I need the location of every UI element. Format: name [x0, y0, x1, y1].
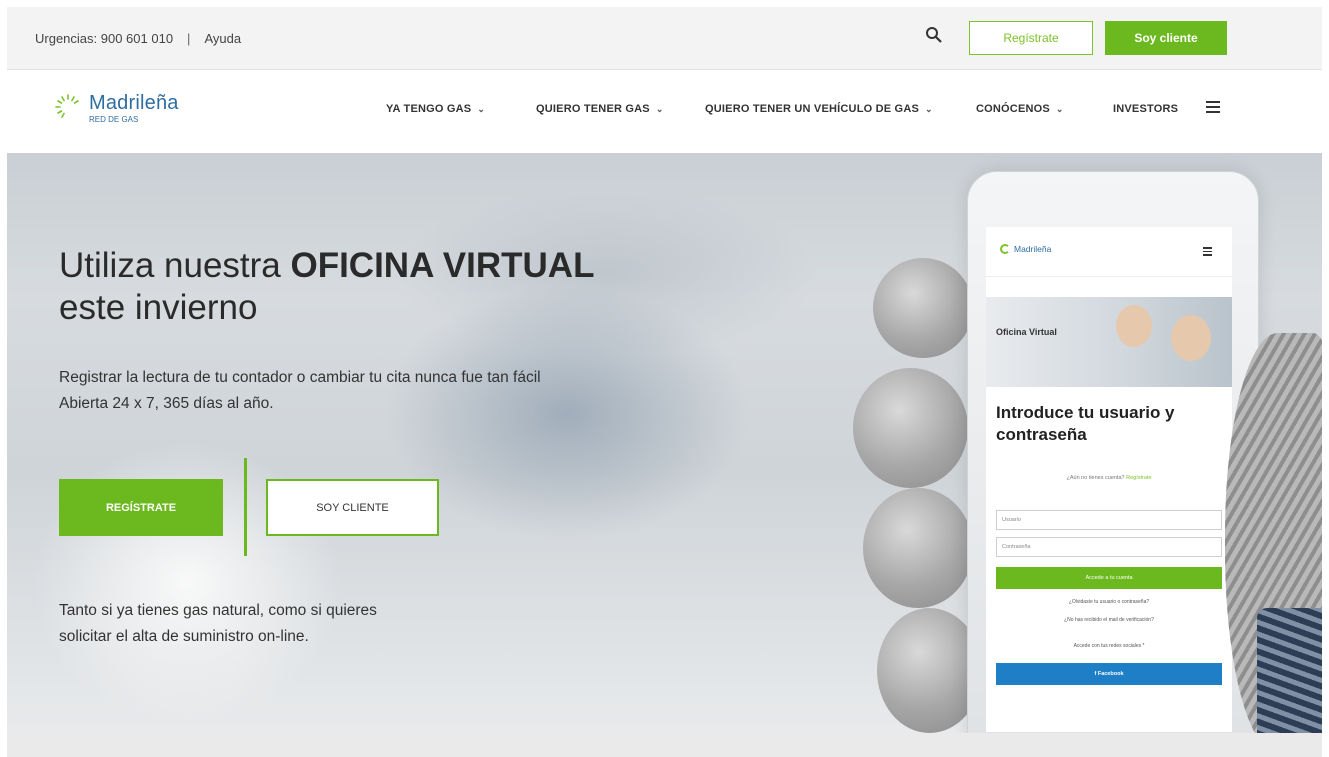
phone-mockup: Madrileña Oficina Virtual Introduce tu u…: [967, 171, 1259, 733]
client-button-top[interactable]: Soy cliente: [1105, 21, 1227, 55]
hero-client-button[interactable]: SOY CLIENTE: [266, 479, 439, 536]
hero-footer-line1: Tanto si ya tienes gas natural, como si …: [59, 602, 377, 619]
nav-item-label: YA TENGO GAS: [386, 103, 472, 115]
topbar-left: Urgencias: 900 601 010 | Ayuda: [35, 31, 241, 46]
phone-hint-link: Regístrate: [1126, 475, 1152, 481]
phone-logo-icon: [1000, 244, 1010, 254]
hero-banner: Utiliza nuestra OFICINA VIRTUAL este inv…: [7, 153, 1322, 733]
phone-facebook-button: f Facebook: [996, 663, 1222, 685]
top-utility-bar: Urgencias: 900 601 010 | Ayuda Regístrat…: [7, 7, 1322, 70]
hero-divider: [244, 458, 247, 556]
nav-item-investors[interactable]: INVESTORS: [1113, 103, 1178, 115]
nav-item-label: QUIERO TENER UN VEHÍCULO DE GAS: [705, 103, 919, 115]
site-logo[interactable]: Madrileña RED DE GAS: [53, 92, 179, 124]
mitten-cuff: [1257, 608, 1322, 733]
phone-menu-icon: [1203, 247, 1212, 258]
hero-title-bold: OFICINA VIRTUAL: [290, 246, 595, 285]
phone-verification-link: ¿No has recibido el mail de verificación…: [1064, 617, 1154, 623]
phone-logo-name: Madrileña: [1014, 244, 1052, 254]
person-photo: [1171, 315, 1211, 361]
nav-item-label: INVESTORS: [1113, 103, 1179, 115]
phone-register-hint: ¿Aún no tienes cuenta? Regístrate: [986, 475, 1232, 481]
nav-item-label: CONÓCENOS: [976, 103, 1050, 115]
main-nav: Madrileña RED DE GAS YA TENGO GAS ⌄ QUIE…: [7, 71, 1322, 153]
chevron-down-icon: ⌄: [1055, 103, 1064, 114]
hero-subtitle: Registrar la lectura de tu contador o ca…: [59, 365, 541, 417]
hamburger-icon[interactable]: [1206, 101, 1220, 113]
phone-banner: Oficina Virtual: [986, 297, 1232, 387]
mitten-ball: [853, 368, 968, 488]
topbar-separator: |: [187, 31, 191, 46]
register-button-top[interactable]: Regístrate: [969, 21, 1093, 55]
nav-item-label: QUIERO TENER GAS: [536, 103, 650, 115]
hero-title: Utiliza nuestra OFICINA VIRTUAL este inv…: [59, 245, 594, 329]
phone-banner-label: Oficina Virtual: [996, 327, 1057, 337]
nav-item-conocenos[interactable]: CONÓCENOS ⌄: [976, 103, 1064, 115]
logo-text: Madrileña RED DE GAS: [89, 92, 179, 124]
logo-name: Madrileña: [89, 92, 179, 114]
chevron-down-icon: ⌄: [477, 103, 486, 114]
hero-subtitle-line2: Abierta 24 x 7, 365 días al año.: [59, 395, 274, 412]
hero-footer-text: Tanto si ya tienes gas natural, como si …: [59, 598, 377, 650]
phone-title-line2: contraseña: [996, 425, 1087, 444]
phone-screen: Madrileña Oficina Virtual Introduce tu u…: [986, 227, 1232, 732]
phone-forgot-link: ¿Olvidaste tu usuario o contraseña?: [1068, 599, 1150, 605]
emergency-phone[interactable]: Urgencias: 900 601 010: [35, 31, 173, 46]
phone-title-line1: Introduce tu usuario y: [996, 403, 1175, 422]
phone-login-title: Introduce tu usuario y contraseña: [996, 402, 1175, 446]
hero-subtitle-line1: Registrar la lectura de tu contador o ca…: [59, 369, 541, 386]
hero-title-pre: Utiliza nuestra: [59, 246, 291, 285]
logo-subtitle: RED DE GAS: [89, 115, 139, 124]
help-link[interactable]: Ayuda: [204, 31, 241, 46]
phone-hint-text: ¿Aún no tienes cuenta?: [1066, 475, 1125, 481]
chevron-down-icon: ⌄: [925, 103, 933, 114]
bottom-strip: [7, 733, 1322, 757]
chevron-down-icon: ⌄: [655, 103, 664, 114]
nav-item-vehiculo-de-gas[interactable]: QUIERO TENER UN VEHÍCULO DE GAS ⌄: [705, 103, 933, 115]
mitten-ball: [863, 488, 973, 608]
phone-user-field: Usuario: [996, 510, 1222, 530]
nav-item-quiero-tener-gas[interactable]: QUIERO TENER GAS ⌄: [536, 103, 664, 115]
person-photo: [1116, 305, 1152, 347]
search-icon[interactable]: [925, 26, 943, 44]
phone-access-button: Accede a tu cuenta: [996, 567, 1222, 589]
hero-title-line2: este invierno: [59, 288, 258, 327]
hero-register-button[interactable]: REGÍSTRATE: [59, 479, 223, 536]
hero-footer-line2: solicitar el alta de suministro on-line.: [59, 628, 309, 645]
phone-logo: Madrileña: [1000, 244, 1051, 254]
nav-item-ya-tengo-gas[interactable]: YA TENGO GAS ⌄: [386, 103, 485, 115]
phone-header: Madrileña: [986, 227, 1232, 277]
phone-social-text: Accede con tus redes sociales *: [1073, 643, 1145, 649]
mitten-ball: [873, 258, 973, 358]
phone-password-field: Contraseña: [996, 537, 1222, 557]
madrilena-logo-icon: [55, 94, 79, 118]
